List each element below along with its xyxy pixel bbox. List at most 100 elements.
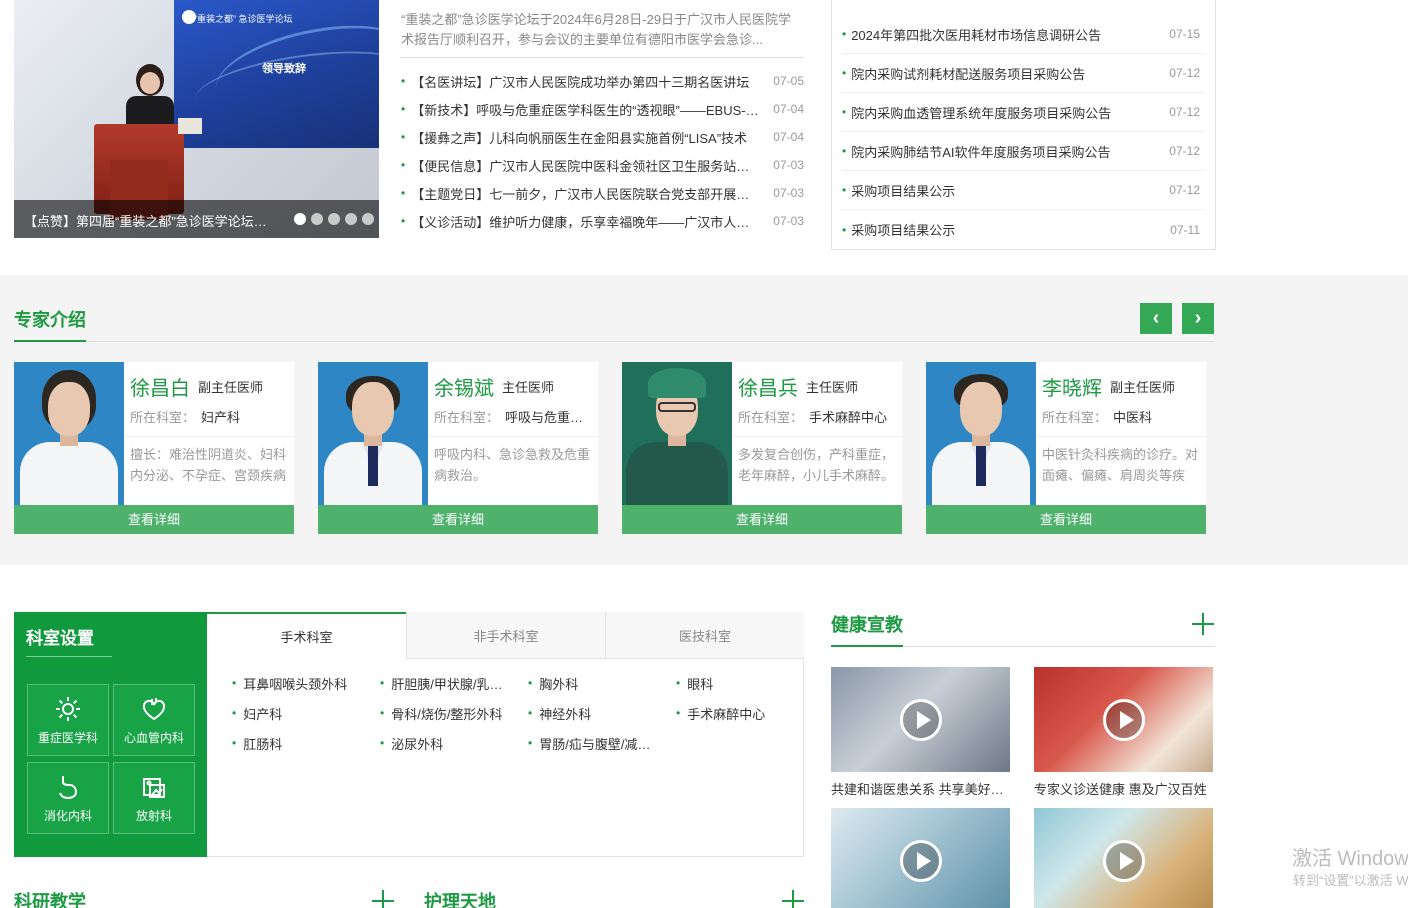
bullet-icon: • — [528, 706, 533, 720]
slider-dot[interactable] — [311, 213, 323, 225]
department-link[interactable]: •肝胆胰/甲状腺/乳腺外科 — [380, 668, 528, 698]
news-item[interactable]: • 【名医讲坛】广汉市人民医院成功举办第四十三期名医讲坛 07-05 — [401, 67, 804, 95]
video-caption[interactable]: 共建和谐医患关系 共享美好健康生活 — [831, 779, 1010, 798]
view-details-button[interactable]: 查看详细 — [14, 505, 294, 534]
notice-item[interactable]: • 院内采购肺结节AI软件年度服务项目采购公告 07-12 — [842, 132, 1205, 171]
expert-card[interactable]: 徐昌白 副主任医师 所在科室： 妇产科 擅长：难治性阴道炎、妇科内分泌、不孕症、宫颈… — [14, 362, 294, 534]
stomach-icon — [59, 775, 78, 799]
bullet-icon: • — [232, 676, 237, 690]
notice-item[interactable]: • 采购项目结果公示 07-12 — [842, 171, 1205, 210]
video-thumbnail[interactable] — [831, 667, 1010, 772]
view-details-button[interactable]: 查看详细 — [622, 505, 902, 534]
dept-shortcut-cardio[interactable]: 心血管内科 — [113, 684, 195, 756]
department-link[interactable]: • 胸外科 — [528, 668, 676, 698]
expert-title: 主任医师 — [502, 380, 555, 395]
news-item[interactable]: • 【新技术】呼吸与危重症医学科医生的“透视眼”——EBUS-TBNA 07-04 — [401, 95, 804, 123]
expert-desc: 擅长：难治性阴道炎、妇科内分泌、不孕症、宫颈疾病等诊治。 — [130, 447, 287, 483]
department-link[interactable]: • 眼科 — [676, 668, 804, 698]
nursing-title: 护理天地 — [424, 892, 496, 908]
department-tabs: 手术科室 非手术科室 医技科室 — [207, 612, 804, 659]
expert-photo — [318, 362, 428, 505]
divider — [401, 57, 804, 58]
dept-shortcut-radiology[interactable]: 放射科 — [113, 762, 195, 834]
notice-item[interactable]: • 2024年第四批次医用耗材市场信息调研公告 07-15 — [842, 15, 1205, 54]
department-link[interactable]: • 手术麻醉中心 — [676, 698, 804, 728]
notice-panel: • 2024年第四批次医用耗材市场信息调研公告 07-15 • 院内采购试剂耗材配送服… — [831, 0, 1216, 250]
news-list: • 【名医讲坛】广汉市人民医院成功举办第四十三期名医讲坛 07-05 • 【新技术】呼… — [401, 67, 804, 235]
expert-name: 徐昌白 — [130, 378, 190, 400]
slider-dot[interactable] — [362, 213, 374, 225]
experts-title: 专家介绍 — [14, 310, 86, 330]
department-link[interactable]: • 妇产科 — [232, 698, 380, 728]
plus-icon[interactable] — [1192, 613, 1214, 635]
expert-name: 余锡斌 — [434, 378, 494, 400]
news-item[interactable]: • 【援彝之声】儿科向帆丽医生在金阳县实施首例“LISA”技术 07-04 — [401, 123, 804, 151]
bullet-icon: • — [380, 736, 385, 750]
bullet-icon: • — [401, 102, 406, 116]
prev-arrow-button[interactable]: ‹ — [1140, 303, 1172, 334]
slider-dot[interactable] — [294, 213, 306, 225]
view-details-button[interactable]: 查看详细 — [926, 505, 1206, 534]
bullet-icon: • — [842, 183, 847, 197]
heart-icon — [142, 697, 166, 720]
expert-desc: 多发复合创伤，产科重症，老年麻醉，小儿手术麻醉。 — [738, 447, 895, 483]
expert-title: 副主任医师 — [198, 380, 264, 395]
news-item[interactable]: • 【便民信息】广汉市人民医院中医科金领社区卫生服务站开诊 07-03 — [401, 151, 804, 179]
department-link[interactable]: •胃肠/疝与腹壁/减重外科 — [528, 728, 676, 758]
video-thumbnail[interactable] — [831, 808, 1010, 908]
video-thumbnail[interactable] — [1034, 808, 1213, 908]
bullet-icon: • — [401, 214, 406, 228]
chevron-left-icon: ‹ — [1152, 307, 1160, 329]
dept-shortcut-gastro[interactable]: 消化内科 — [27, 762, 109, 834]
bullet-icon: • — [842, 144, 847, 158]
divider — [14, 341, 1214, 342]
expert-card[interactable]: 余锡斌主任医师 所在科室：呼吸与危重症医学科 呼吸内科、急诊急救及危重病救治。 … — [318, 362, 598, 534]
bullet-icon: • — [401, 186, 406, 200]
next-arrow-button[interactable]: › — [1182, 303, 1214, 334]
news-item[interactable]: • 【主题党日】七一前夕，广汉市人民医院联合党支部开展主题活动 07-03 — [401, 179, 804, 207]
play-icon — [900, 840, 942, 882]
expert-card[interactable]: 徐昌兵 主任医师 所在科室： 手术麻醉中心 多发复合创伤，产科重症，老年麻醉，小儿手… — [622, 362, 902, 534]
dept-shortcut-icu[interactable]: 重症医学科 — [27, 684, 109, 756]
department-list: •耳鼻咽喉头颈外科 •肝胆胰/甲状腺/乳腺外科 •胸外科 •眼科 •妇产科 •骨… — [232, 668, 804, 758]
featured-slider[interactable]: “重装之都” 急诊医学论坛 领导致辞 【点赞】第四届“重装之都”急诊医学论坛在广… — [14, 0, 379, 238]
gear-icon — [56, 696, 80, 721]
nameplate — [178, 118, 202, 134]
notice-item[interactable]: • 采购项目结果公示 07-11 — [842, 210, 1205, 249]
bullet-icon: • — [401, 74, 406, 88]
expert-card[interactable]: 李晓辉 副主任医师 所在科室： 中医科 中医针灸科疾病的诊疗。对面瘫、偏瘫、肩周炎等… — [926, 362, 1206, 534]
department-link[interactable]: • 耳鼻咽喉头颈外科 — [232, 668, 380, 698]
expert-title: 主任医师 — [806, 380, 859, 395]
bullet-icon: • — [401, 130, 406, 144]
view-details-button[interactable]: 查看详细 — [318, 505, 598, 534]
radiology-icon — [143, 777, 165, 798]
video-thumbnail[interactable] — [1034, 667, 1213, 772]
expert-dept: 妇产科 — [201, 410, 241, 425]
chevron-right-icon: › — [1194, 307, 1202, 329]
slide-image: “重装之都” 急诊医学论坛 领导致辞 — [174, 0, 379, 148]
plus-icon[interactable] — [372, 890, 394, 908]
slider-dot[interactable] — [328, 213, 340, 225]
slider-dot[interactable] — [345, 213, 357, 225]
video-caption[interactable]: 专家义诊送健康 惠及广汉百姓 — [1034, 779, 1213, 798]
department-link[interactable]: • 肛肠科 — [232, 728, 380, 758]
play-icon — [900, 699, 942, 741]
departments-sidebar: 科室设置 重症医学科 心血管内科 消化内科 放射科 — [14, 612, 207, 857]
tab-medical-tech[interactable]: 医技科室 — [605, 612, 804, 659]
news-item[interactable]: • 【义诊活动】维护听力健康，乐享幸福晚年——广汉市人民医院 07-03 — [401, 207, 804, 235]
department-link[interactable]: • 泌尿外科 — [380, 728, 528, 758]
tab-surgical[interactable]: 手术科室 — [207, 612, 406, 659]
plus-icon[interactable] — [782, 890, 804, 908]
bullet-icon: • — [380, 676, 385, 690]
bullet-icon: • — [380, 706, 385, 720]
expert-title: 副主任医师 — [1110, 380, 1176, 395]
notice-item[interactable]: • 院内采购试剂耗材配送服务项目采购公告 07-12 — [842, 54, 1205, 93]
lead-news-summary[interactable]: “重装之都”急诊医学论坛于2024年6月28日-29日于广汉市人民医院学术报告厅… — [401, 10, 804, 50]
notice-item[interactable]: • 院内采购血透管理系统年度服务项目采购公告 07-12 — [842, 93, 1205, 132]
play-icon — [1103, 840, 1145, 882]
bullet-icon: • — [676, 676, 681, 690]
tab-non-surgical[interactable]: 非手术科室 — [406, 612, 605, 659]
expert-photo — [622, 362, 732, 505]
department-link[interactable]: • 神经外科 — [528, 698, 676, 728]
department-link[interactable]: • 骨科/烧伤/整形外科 — [380, 698, 528, 728]
